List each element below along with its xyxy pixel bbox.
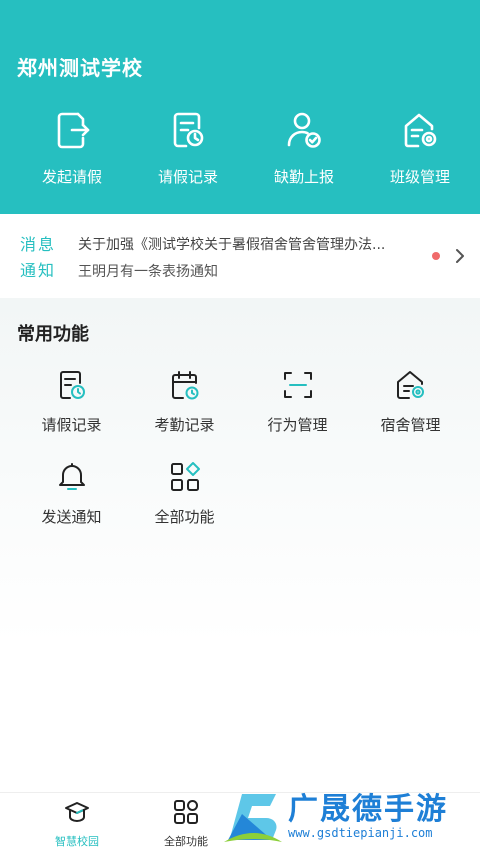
chevron-right-icon[interactable] [453, 247, 467, 265]
leave-request-label: 发起请假 [41, 168, 102, 186]
absence-report-label: 缺勤上报 [273, 168, 334, 186]
tab-smart-campus[interactable]: 智慧校园 [27, 799, 127, 849]
leave-record-icon [59, 371, 85, 399]
attendance-record-icon [171, 371, 198, 400]
func-dorm-management-label: 宿舍管理 [380, 416, 441, 434]
class-management-label: 班级管理 [389, 168, 450, 186]
func-send-notice[interactable]: 发送通知 [15, 460, 128, 552]
leave-request-icon [57, 112, 90, 149]
notice-tag-top: 消息 [20, 235, 57, 254]
class-management-icon [404, 113, 437, 148]
leave-request-button[interactable]: 发起请假 [16, 108, 128, 187]
watermark: 广晟德手游 www.gsdtiepianji.com [218, 780, 480, 853]
notice-tag: 消息 通知 [20, 232, 60, 284]
func-behavior-management[interactable]: 行为管理 [241, 368, 354, 460]
behavior-scan-icon [283, 372, 312, 398]
watermark-url: www.gsdtiepianji.com [288, 826, 433, 840]
func-attendance-record[interactable]: 考勤记录 [128, 368, 241, 460]
notice-banner[interactable]: 消息 通知 关于加强《测试学校关于暑假宿舍管舍管理办法... 王明月有一条表扬通… [0, 214, 480, 298]
func-all-functions-label: 全部功能 [154, 508, 215, 526]
function-grid: 请假记录 考勤记录 行为管理 宿舍管理 发送通知 全部功能 [15, 368, 475, 552]
section-title: 常用功能 [17, 324, 89, 345]
func-all-functions[interactable]: 全部功能 [128, 460, 241, 552]
absence-report-button[interactable]: 缺勤上报 [248, 108, 360, 187]
all-functions-icon [170, 462, 200, 491]
grid-icon [174, 800, 198, 824]
tab-all-functions-label: 全部功能 [164, 835, 208, 848]
func-behavior-management-label: 行为管理 [267, 416, 328, 434]
leave-record-icon [173, 112, 204, 148]
school-name: 郑州测试学校 [17, 56, 143, 80]
absence-report-icon [287, 112, 321, 148]
header: 郑州测试学校 发起请假 请假记录 缺勤上报 班级管理 [0, 0, 480, 214]
graduation-cap-icon [65, 802, 89, 822]
tab-smart-campus-label: 智慧校园 [55, 835, 99, 848]
common-functions-section: 常用功能 请假记录 考勤记录 行为管理 宿舍管理 发送通知 全部功能 [0, 298, 480, 792]
watermark-text: 广晟德手游 [288, 792, 448, 827]
func-attendance-record-label: 考勤记录 [154, 416, 215, 434]
top-actions: 发起请假 请假记录 缺勤上报 班级管理 [0, 108, 480, 187]
func-send-notice-label: 发送通知 [41, 508, 102, 526]
class-management-button[interactable]: 班级管理 [364, 108, 476, 187]
func-dorm-management[interactable]: 宿舍管理 [354, 368, 467, 460]
unread-dot [432, 252, 440, 260]
notice-line-2[interactable]: 王明月有一条表扬通知 [78, 261, 418, 281]
watermark-logo-icon [224, 794, 282, 842]
func-leave-record[interactable]: 请假记录 [15, 368, 128, 460]
func-leave-record-label: 请假记录 [41, 416, 102, 434]
notice-line-1[interactable]: 关于加强《测试学校关于暑假宿舍管舍管理办法... [78, 234, 418, 254]
bell-icon [58, 463, 85, 490]
leave-record-button[interactable]: 请假记录 [132, 108, 244, 187]
dorm-management-icon [396, 371, 424, 399]
notice-tag-bottom: 通知 [20, 261, 57, 280]
leave-record-label: 请假记录 [157, 168, 218, 186]
